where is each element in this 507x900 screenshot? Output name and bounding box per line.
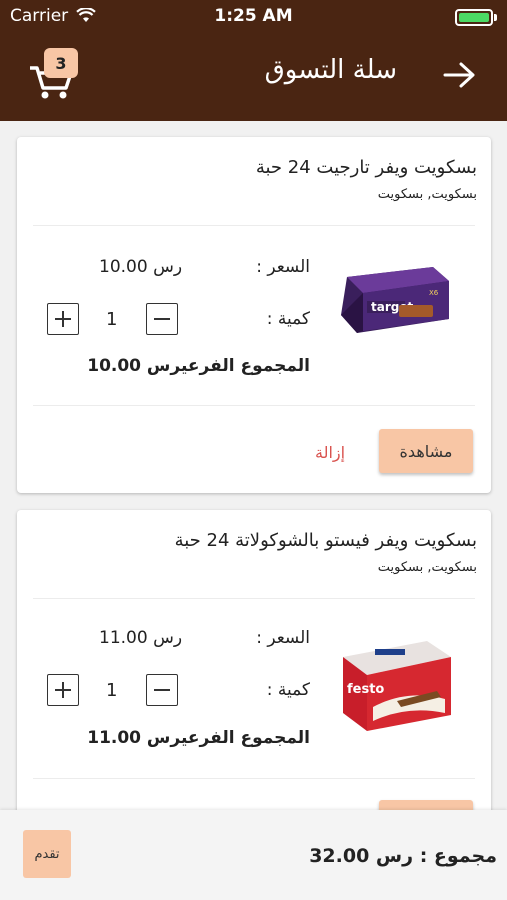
divider — [33, 405, 475, 406]
product-category: بسكويت, بسكويت — [377, 187, 477, 202]
cart-count-badge: 3 — [44, 48, 78, 78]
decrease-quantity-button[interactable] — [146, 674, 178, 706]
status-bar: Carrier 1:25 AM — [0, 0, 507, 34]
increase-quantity-button[interactable] — [47, 674, 79, 706]
status-time: 1:25 AM — [214, 6, 293, 26]
checkout-bar: تقدم مجموع : رس 32.00 — [0, 810, 507, 900]
cart-item-card: بسكويت ويفر تارجيت 24 حبة بسكويت, بسكويت… — [17, 137, 491, 493]
svg-text:festo: festo — [347, 682, 384, 697]
product-name[interactable]: بسكويت ويفر تارجيت 24 حبة — [256, 157, 477, 178]
price-value: رس 11.00 — [99, 628, 183, 648]
divider — [33, 225, 475, 226]
quantity-value: 1 — [106, 680, 118, 701]
plus-icon — [55, 311, 71, 327]
minus-icon — [154, 318, 170, 320]
remove-link[interactable]: إزالة — [315, 443, 345, 462]
app-header: Carrier 1:25 AM 3 سلة التسوق — [0, 0, 507, 121]
minus-icon — [154, 689, 170, 691]
product-name[interactable]: بسكويت ويفر فيستو بالشوكولاتة 24 حبة — [175, 530, 477, 551]
quantity-label: كمية : — [266, 680, 310, 700]
price-value: رس 10.00 — [99, 257, 183, 277]
proceed-button[interactable]: تقدم — [23, 830, 71, 878]
price-label: السعر : — [256, 257, 310, 277]
battery-icon — [455, 9, 497, 26]
back-arrow-icon[interactable] — [441, 60, 477, 90]
page-title: سلة التسوق — [264, 55, 397, 85]
divider — [33, 598, 475, 599]
item-subtotal: المجموع الفرعيرس 11.00 — [87, 728, 310, 748]
quantity-value: 1 — [106, 309, 118, 330]
price-label: السعر : — [256, 628, 310, 648]
product-image: festo — [343, 641, 451, 731]
quantity-label: كمية : — [266, 309, 310, 329]
view-button[interactable]: مشاهدة — [379, 429, 473, 473]
cart-total: مجموع : رس 32.00 — [309, 845, 497, 867]
increase-quantity-button[interactable] — [47, 303, 79, 335]
divider — [33, 778, 475, 779]
decrease-quantity-button[interactable] — [146, 303, 178, 335]
product-image: target X6 — [341, 267, 449, 333]
cart-item-card: بسكويت ويفر فيستو بالشوكولاتة 24 حبة بسك… — [17, 510, 491, 844]
item-subtotal: المجموع الفرعيرس 10.00 — [87, 356, 310, 376]
product-category: بسكويت, بسكويت — [377, 560, 477, 575]
svg-text:X6: X6 — [429, 289, 439, 297]
plus-icon — [55, 682, 71, 698]
